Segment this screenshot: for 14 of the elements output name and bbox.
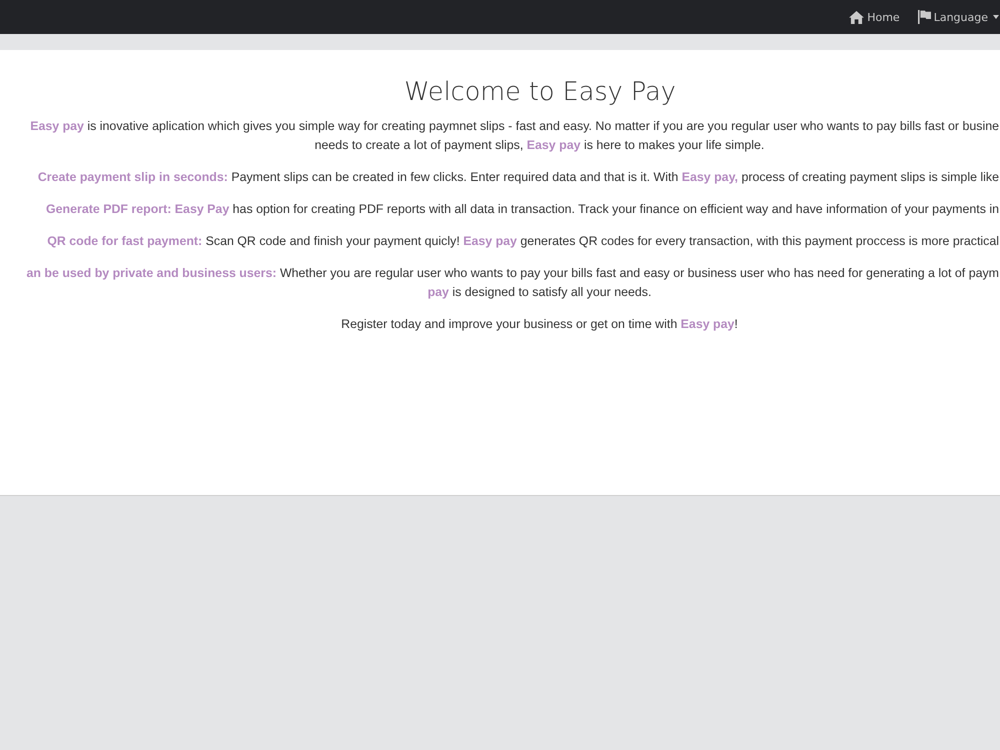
page-title: Welcome to Easy Pay — [404, 76, 676, 109]
paragraph-text: Easy pay is inovative aplication which gives you simple way for creating paymnet slips - fast and easy. No matter if you are you regular user who wants to pay bills fast or busine — [30, 118, 999, 135]
house-icon — [849, 10, 864, 24]
paragraph-text: needs to create a lot of payment slips, Easy pay is here to makes your life simple. — [314, 137, 764, 154]
paragraph-text: Generate PDF report: Easy Pay has option for creating PDF reports with all data in transaction. Track your finance on efficient way and have information of your payments in — [46, 201, 999, 218]
paragraph-text: QR code for fast payment: Scan QR code and finish your payment quicly! Easy pay generates QR codes for every transaction, with this payment proccess is more practical — [47, 233, 999, 250]
dropdown-toggle[interactable]: Language — [918, 10, 999, 24]
paragraph-text: Create payment slip in seconds: Payment slips can be created in few clicks. Enter required data and that is it. With Easy pay, process of creating payment slips is simple like — [38, 169, 999, 186]
paragraph-text: an be used by private and business users: Whether you are regular user who wants to pay your bills fast and easy or business user who has need for generating a lot of paym — [26, 265, 999, 282]
caret-icon — [993, 15, 999, 19]
paragraph-text: pay is designed to satisfy all your needs. — [428, 284, 652, 301]
paragraph-text: Register today and improve your business or get on time with Easy pay! — [341, 316, 738, 333]
nav-link[interactable]: Home — [849, 10, 900, 24]
flag-icon — [918, 10, 931, 24]
